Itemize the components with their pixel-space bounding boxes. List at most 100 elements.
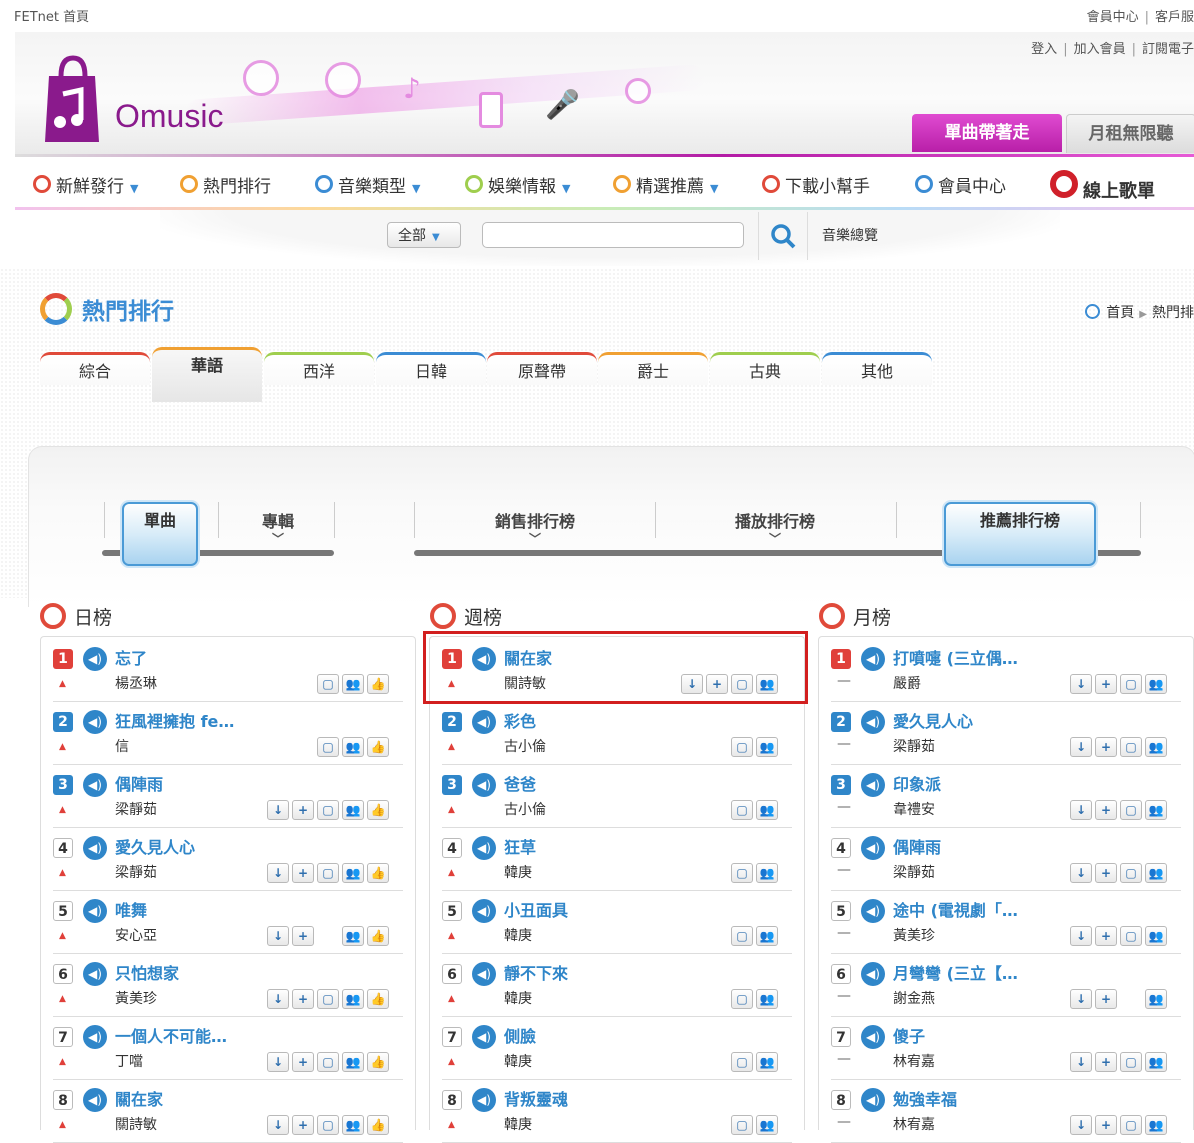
artist-name[interactable]: 韓庚 [504,862,532,882]
share-icon[interactable]: 👥 [756,737,778,757]
play-icon[interactable]: ◀) [83,962,107,986]
artist-name[interactable]: 韓庚 [504,988,532,1008]
play-icon[interactable]: ◀) [472,836,496,860]
save-icon[interactable]: ▢ [731,737,753,757]
tab-genre-western[interactable]: 西洋 [264,352,374,385]
song-title-link[interactable]: 愛久見人心 [115,834,195,858]
nav-new-release[interactable]: 新鮮發行 ▼ [33,172,138,197]
member-center-link[interactable]: 會員中心 [1087,10,1139,25]
save-icon[interactable]: ▢ [731,800,753,820]
search-input[interactable] [482,222,744,248]
tab-genre-soundtrack[interactable]: 原聲帶 [487,352,597,385]
share-icon[interactable]: 👥 [1145,926,1167,946]
music-overview-link[interactable]: 音樂總覽 [822,225,878,245]
save-icon[interactable]: ▢ [731,1115,753,1135]
share-icon[interactable]: 👥 [342,989,364,1009]
download-icon[interactable]: ↓ [267,926,289,946]
play-icon[interactable]: ◀) [83,836,107,860]
song-title-link[interactable]: 勉強幸福 [893,1086,957,1110]
artist-name[interactable]: 梁靜茹 [115,799,157,819]
play-icon[interactable]: ◀) [83,1088,107,1112]
song-title-link[interactable]: 狂風裡擁抱 fe… [115,708,234,732]
share-icon[interactable]: 👥 [756,800,778,820]
artist-name[interactable]: 梁靜茹 [893,862,935,882]
artist-name[interactable]: 謝金燕 [893,988,935,1008]
play-icon[interactable]: ◀) [83,647,107,671]
tab-monthly-unlimited[interactable]: 月租無限聽 [1066,114,1194,153]
share-icon[interactable]: 👥 [342,1052,364,1072]
play-icon[interactable]: ◀) [861,773,885,797]
share-icon[interactable]: 👥 [1145,800,1167,820]
search-scope-select[interactable]: 全部 ▼ [387,222,461,248]
tab-single-download[interactable]: 單曲帶著走 [912,114,1062,152]
toggle-sales-chart[interactable]: 銷售排行榜 ﹀ [420,508,650,547]
toggle-album[interactable]: 專輯 ﹀ [226,508,330,547]
download-icon[interactable]: ↓ [267,989,289,1009]
save-icon[interactable]: ▢ [1120,926,1142,946]
tab-genre-classical[interactable]: 古典 [710,352,820,385]
omusic-bag-icon[interactable] [43,54,101,146]
artist-name[interactable]: 楊丞琳 [115,673,157,693]
share-icon[interactable]: 👥 [756,1052,778,1072]
song-title-link[interactable]: 狂草 [504,834,536,858]
add-icon[interactable]: + [1095,926,1117,946]
song-title-link[interactable]: 傻子 [893,1023,925,1047]
add-icon[interactable]: + [292,1115,314,1135]
artist-name[interactable]: 黃美珍 [115,988,157,1008]
download-icon[interactable]: ↓ [1070,674,1092,694]
artist-name[interactable]: 韓庚 [504,1114,532,1134]
song-title-link[interactable]: 一個人不可能… [115,1023,227,1047]
subscribe-link[interactable]: 訂閱電子 [1142,42,1194,57]
like-icon[interactable]: 👍 [367,674,389,694]
play-icon[interactable]: ◀) [83,710,107,734]
download-icon[interactable]: ↓ [1070,926,1092,946]
download-icon[interactable]: ↓ [267,863,289,883]
artist-name[interactable]: 梁靜茹 [893,736,935,756]
add-icon[interactable]: + [292,926,314,946]
play-icon[interactable]: ◀) [472,710,496,734]
share-icon[interactable]: 👥 [756,1115,778,1135]
share-icon[interactable]: 👥 [1145,1115,1167,1135]
share-icon[interactable]: 👥 [1145,863,1167,883]
add-icon[interactable]: + [1095,863,1117,883]
song-title-link[interactable]: 偶陣雨 [115,771,163,795]
nav-hot-chart[interactable]: 熱門排行 [180,172,271,197]
song-title-link[interactable]: 只怕想家 [115,960,179,984]
share-icon[interactable]: 👥 [342,926,364,946]
artist-name[interactable]: 嚴爵 [893,673,921,693]
add-icon[interactable]: + [292,1052,314,1072]
share-icon[interactable]: 👥 [342,1115,364,1135]
save-icon[interactable]: ▢ [317,800,339,820]
artist-name[interactable]: 林宥嘉 [893,1114,935,1134]
share-icon[interactable]: 👥 [342,674,364,694]
nav-online-playlist[interactable]: 線上歌單 [1050,170,1155,203]
share-icon[interactable]: 👥 [756,989,778,1009]
play-icon[interactable]: ◀) [83,773,107,797]
save-icon[interactable]: ▢ [317,1052,339,1072]
login-link[interactable]: 登入 [1031,42,1057,57]
play-icon[interactable]: ◀) [472,773,496,797]
song-title-link[interactable]: 印象派 [893,771,941,795]
play-icon[interactable]: ◀) [861,836,885,860]
save-icon[interactable]: ▢ [1120,737,1142,757]
toggle-play-chart[interactable]: 播放排行榜 ﹀ [660,508,890,547]
play-icon[interactable]: ◀) [472,899,496,923]
like-icon[interactable]: 👍 [367,800,389,820]
like-icon[interactable]: 👍 [367,1052,389,1072]
customer-service-link[interactable]: 客戶服 [1155,10,1194,25]
play-icon[interactable]: ◀) [472,1025,496,1049]
like-icon[interactable]: 👍 [367,1115,389,1135]
save-icon[interactable]: ▢ [731,926,753,946]
artist-name[interactable]: 古小倫 [504,736,546,756]
nav-featured[interactable]: 精選推薦 ▼ [613,172,718,197]
tab-genre-overall[interactable]: 綜合 [40,352,150,385]
play-icon[interactable]: ◀) [472,1088,496,1112]
play-icon[interactable]: ◀) [83,1025,107,1049]
song-title-link[interactable]: 爸爸 [504,771,536,795]
save-icon[interactable]: ▢ [731,989,753,1009]
play-icon[interactable]: ◀) [861,1025,885,1049]
download-icon[interactable]: ↓ [267,800,289,820]
join-link[interactable]: 加入會員 [1074,42,1126,57]
download-icon[interactable]: ↓ [1070,737,1092,757]
add-icon[interactable]: + [1095,674,1117,694]
